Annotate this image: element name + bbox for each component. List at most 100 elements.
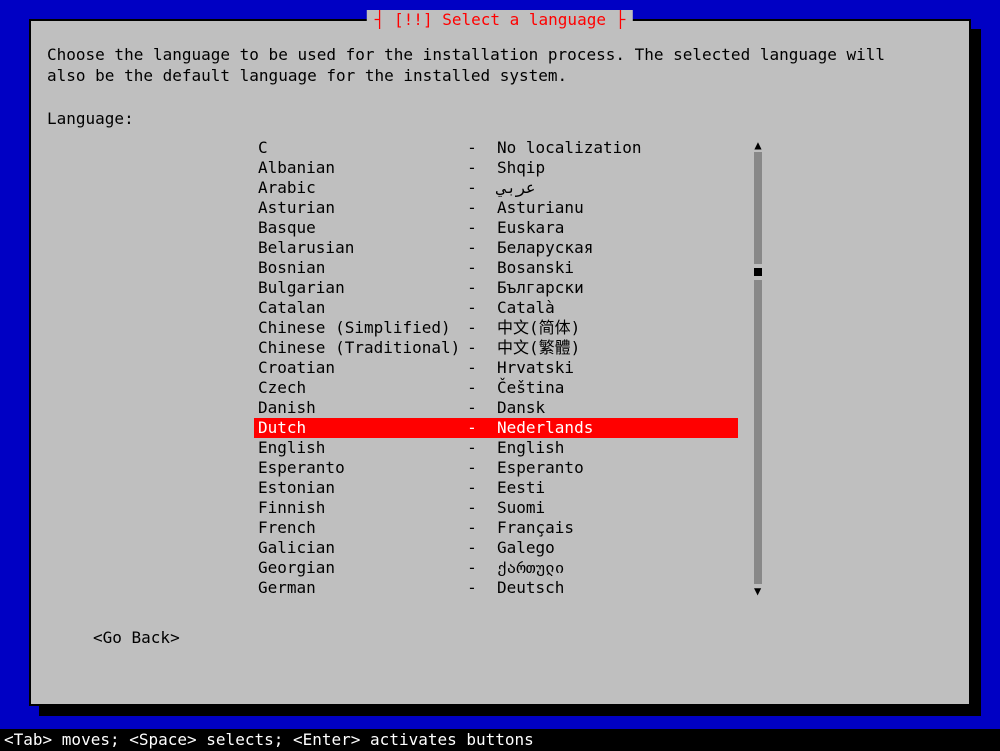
language-name: French (254, 518, 457, 538)
language-name: Dutch (254, 418, 457, 438)
separator: - (457, 458, 487, 478)
list-item[interactable]: Esperanto-Esperanto (254, 458, 738, 478)
list-item[interactable]: Dutch-Nederlands (254, 418, 738, 438)
list-item[interactable]: Estonian-Eesti (254, 478, 738, 498)
language-name: Esperanto (254, 458, 457, 478)
separator: - (457, 498, 487, 518)
language-native: Deutsch (487, 578, 738, 598)
language-name: Bulgarian (254, 278, 457, 298)
list-item[interactable]: Georgian-ქართული (254, 558, 738, 578)
list-item[interactable]: Basque-Euskara (254, 218, 738, 238)
language-name: Estonian (254, 478, 457, 498)
language-native: English (487, 438, 738, 458)
language-name: Croatian (254, 358, 457, 378)
separator: - (457, 198, 487, 218)
language-name: Chinese (Simplified) (254, 318, 457, 338)
separator: - (457, 538, 487, 558)
list-item[interactable]: Finnish-Suomi (254, 498, 738, 518)
language-dialog: ┤ [!!] Select a language ├ Choose the la… (29, 19, 971, 706)
list-item[interactable]: Arabic-عربي (254, 178, 738, 198)
list-item[interactable]: C-No localization (254, 138, 738, 158)
list-item[interactable]: Catalan-Català (254, 298, 738, 318)
separator: - (457, 518, 487, 538)
language-name: Catalan (254, 298, 457, 318)
separator: - (457, 418, 487, 438)
list-item[interactable]: Albanian-Shqip (254, 158, 738, 178)
scrollbar-track[interactable] (754, 152, 762, 584)
list-item[interactable]: Chinese (Traditional)-中文(繁體) (254, 338, 738, 358)
language-native: 中文(简体) (487, 318, 738, 338)
language-name: Georgian (254, 558, 457, 578)
language-name: Belarusian (254, 238, 457, 258)
language-native: Galego (487, 538, 738, 558)
separator: - (457, 358, 487, 378)
dialog-title: ┤ [!!] Select a language ├ (367, 10, 633, 29)
language-name: German (254, 578, 457, 598)
language-native: عربي (487, 178, 738, 198)
language-name: Czech (254, 378, 457, 398)
separator: - (457, 278, 487, 298)
language-native: ქართული (487, 558, 738, 578)
language-list[interactable]: C-No localizationAlbanian-ShqipArabic-عر… (254, 138, 738, 598)
language-native: Čeština (487, 378, 738, 398)
language-native: Eesti (487, 478, 738, 498)
go-back-button[interactable]: <Go Back> (93, 628, 953, 647)
language-name: English (254, 438, 457, 458)
language-name: Asturian (254, 198, 457, 218)
separator: - (457, 478, 487, 498)
list-item[interactable]: Danish-Dansk (254, 398, 738, 418)
language-native: Suomi (487, 498, 738, 518)
language-native: No localization (487, 138, 738, 158)
language-name: Galician (254, 538, 457, 558)
language-name: Danish (254, 398, 457, 418)
separator: - (457, 438, 487, 458)
scrollbar[interactable]: ▲ ▼ (754, 140, 762, 596)
separator: - (457, 298, 487, 318)
separator: - (457, 258, 487, 278)
language-native: Esperanto (487, 458, 738, 478)
separator: - (457, 578, 487, 598)
dialog-prompt: Choose the language to be used for the i… (47, 45, 953, 87)
footer-help: <Tab> moves; <Space> selects; <Enter> ac… (0, 729, 1000, 751)
language-name: C (254, 138, 457, 158)
list-item[interactable]: Bulgarian-Български (254, 278, 738, 298)
separator: - (457, 558, 487, 578)
language-native: Asturianu (487, 198, 738, 218)
language-name: Finnish (254, 498, 457, 518)
separator: - (457, 178, 487, 198)
language-name: Albanian (254, 158, 457, 178)
list-item[interactable]: Bosnian-Bosanski (254, 258, 738, 278)
separator: - (457, 218, 487, 238)
language-native: Français (487, 518, 738, 538)
separator: - (457, 338, 487, 358)
language-native: Hrvatski (487, 358, 738, 378)
language-native: Български (487, 278, 738, 298)
language-name: Chinese (Traditional) (254, 338, 457, 358)
language-native: Euskara (487, 218, 738, 238)
list-item[interactable]: Chinese (Simplified)-中文(简体) (254, 318, 738, 338)
list-item[interactable]: English-English (254, 438, 738, 458)
language-native: Dansk (487, 398, 738, 418)
list-item[interactable]: German-Deutsch (254, 578, 738, 598)
language-label: Language: (47, 109, 953, 128)
scroll-up-icon[interactable]: ▲ (754, 140, 762, 150)
separator: - (457, 238, 487, 258)
separator: - (457, 378, 487, 398)
language-native: Беларуская (487, 238, 738, 258)
separator: - (457, 398, 487, 418)
scrollbar-thumb[interactable] (754, 268, 762, 276)
list-item[interactable]: French-Français (254, 518, 738, 538)
list-item[interactable]: Croatian-Hrvatski (254, 358, 738, 378)
language-native: 中文(繁體) (487, 338, 738, 358)
language-name: Arabic (254, 178, 457, 198)
language-native: Shqip (487, 158, 738, 178)
scroll-down-icon[interactable]: ▼ (754, 586, 761, 596)
language-native: Català (487, 298, 738, 318)
list-item[interactable]: Galician-Galego (254, 538, 738, 558)
language-name: Bosnian (254, 258, 457, 278)
list-item[interactable]: Asturian-Asturianu (254, 198, 738, 218)
language-native: Nederlands (487, 418, 738, 438)
list-item[interactable]: Czech-Čeština (254, 378, 738, 398)
list-item[interactable]: Belarusian-Беларуская (254, 238, 738, 258)
separator: - (457, 158, 487, 178)
